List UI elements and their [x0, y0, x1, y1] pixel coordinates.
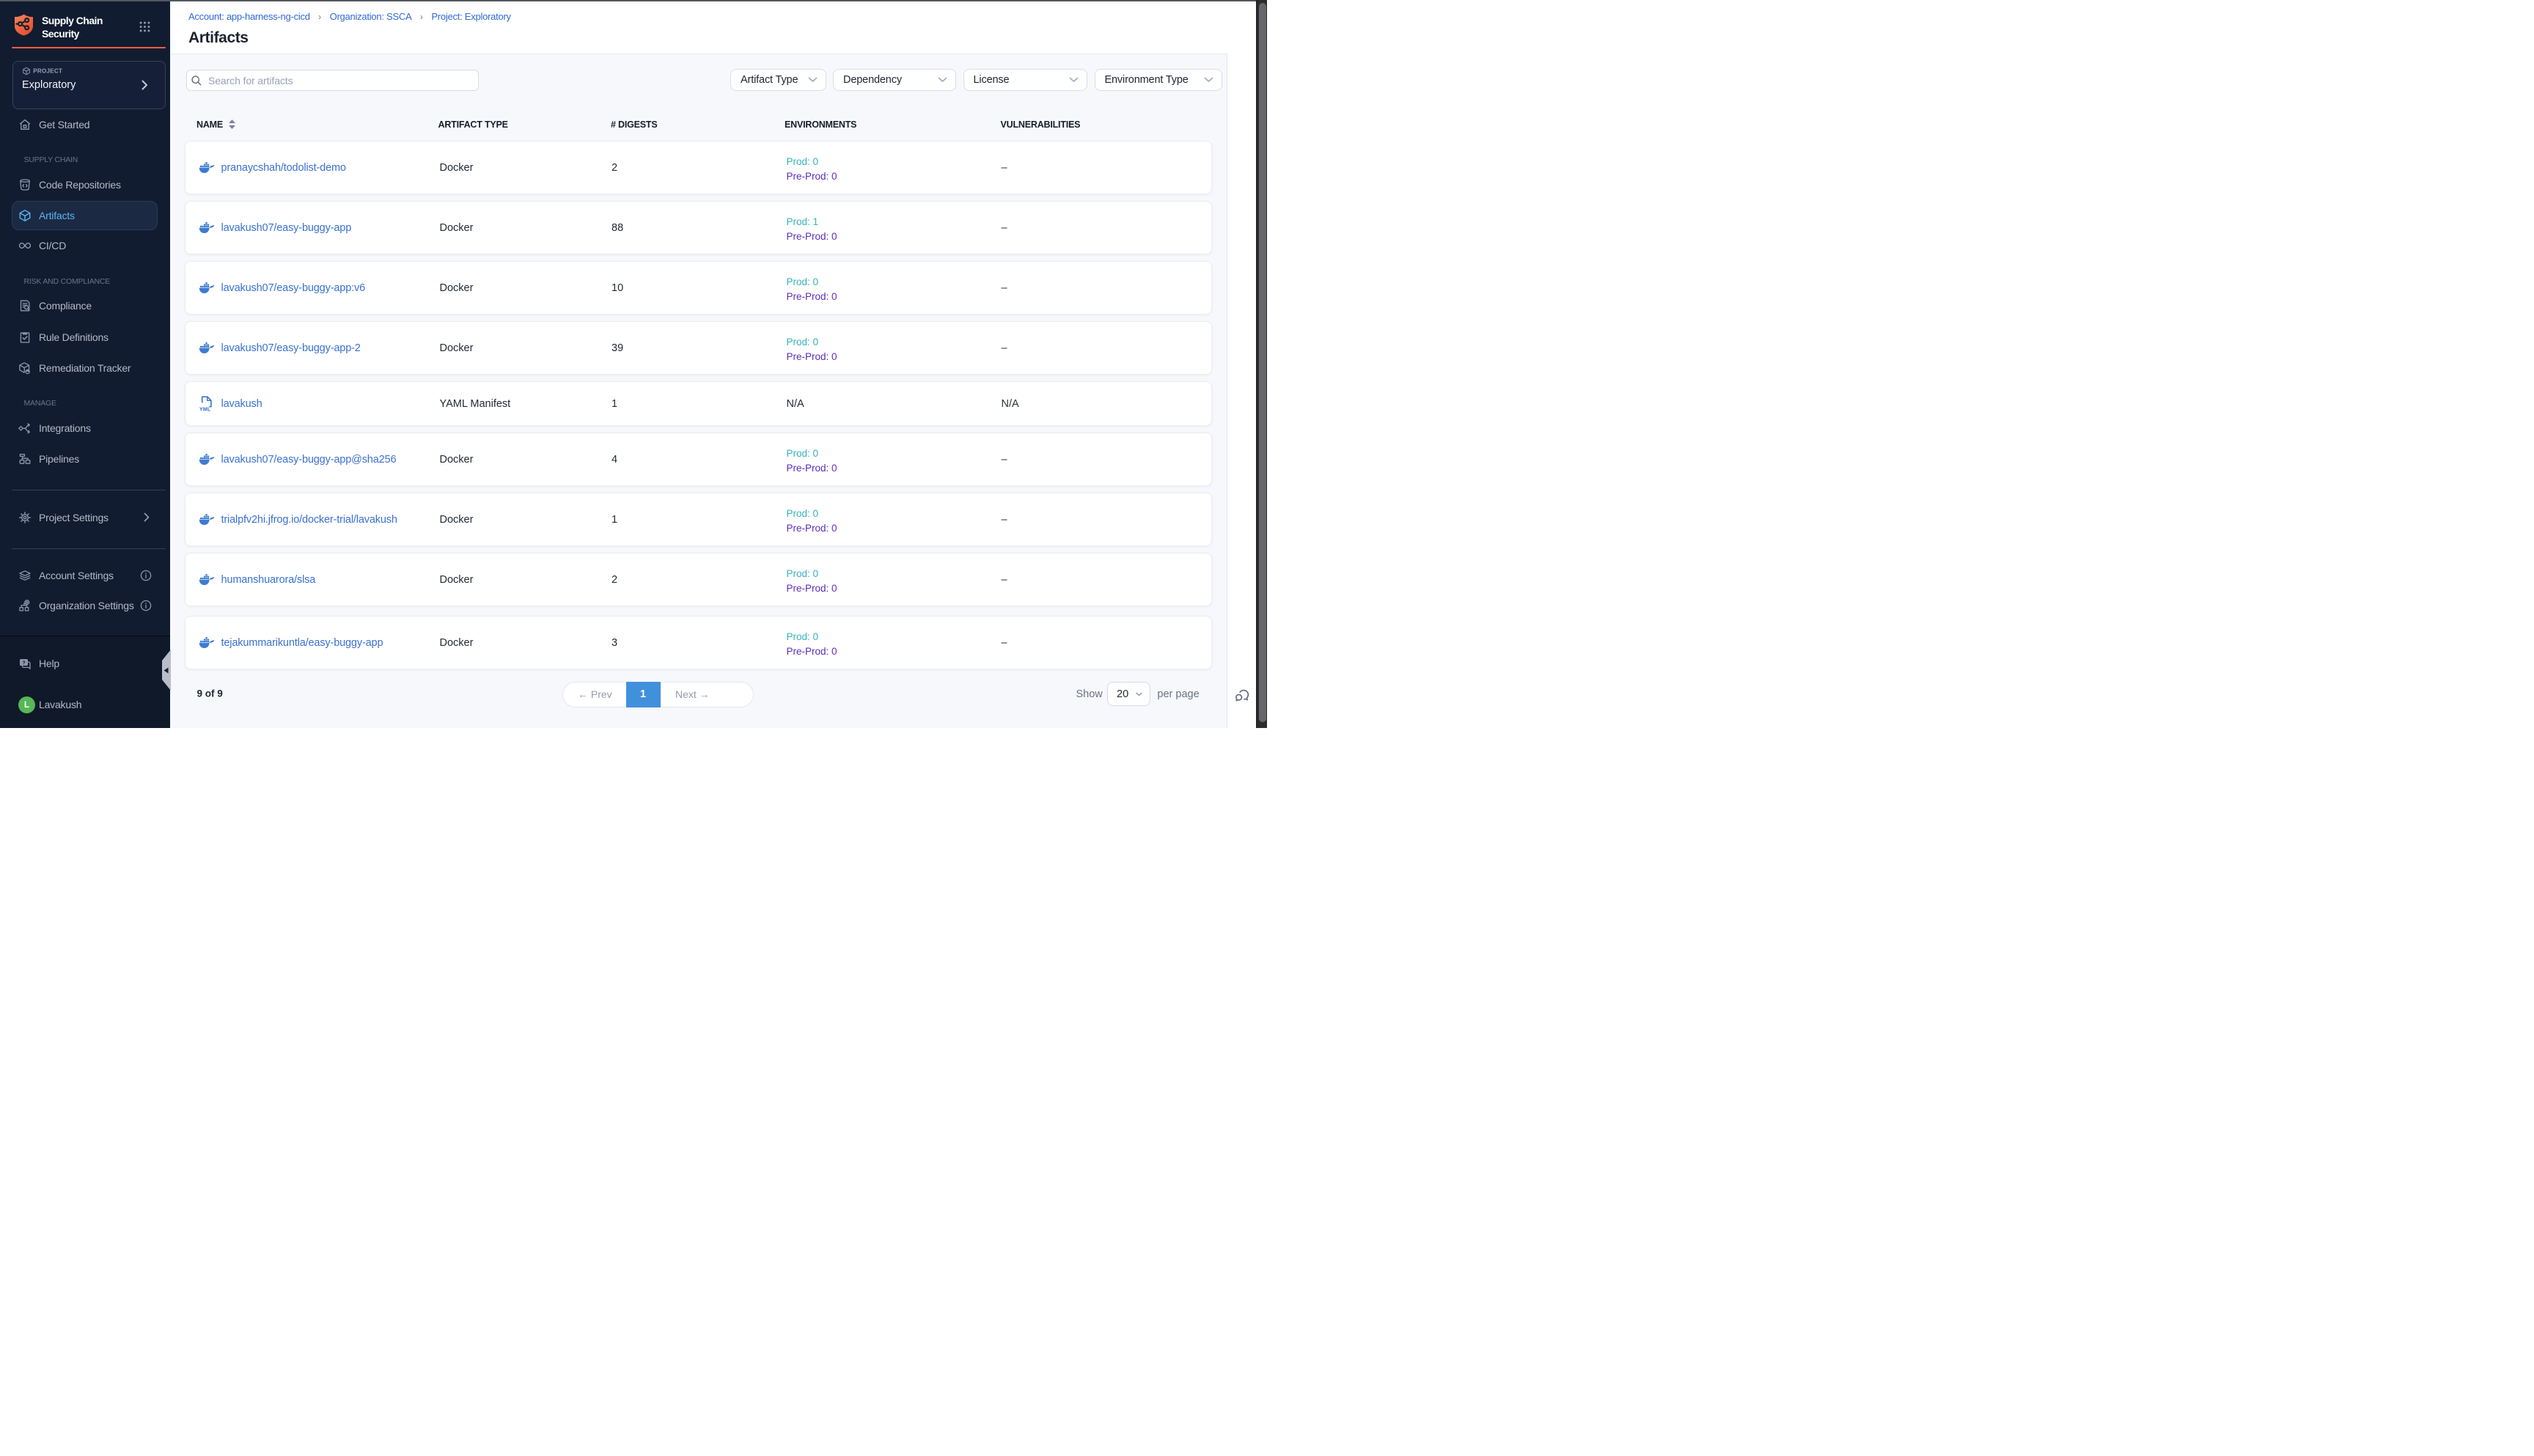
svg-text:?: ? — [22, 659, 26, 666]
